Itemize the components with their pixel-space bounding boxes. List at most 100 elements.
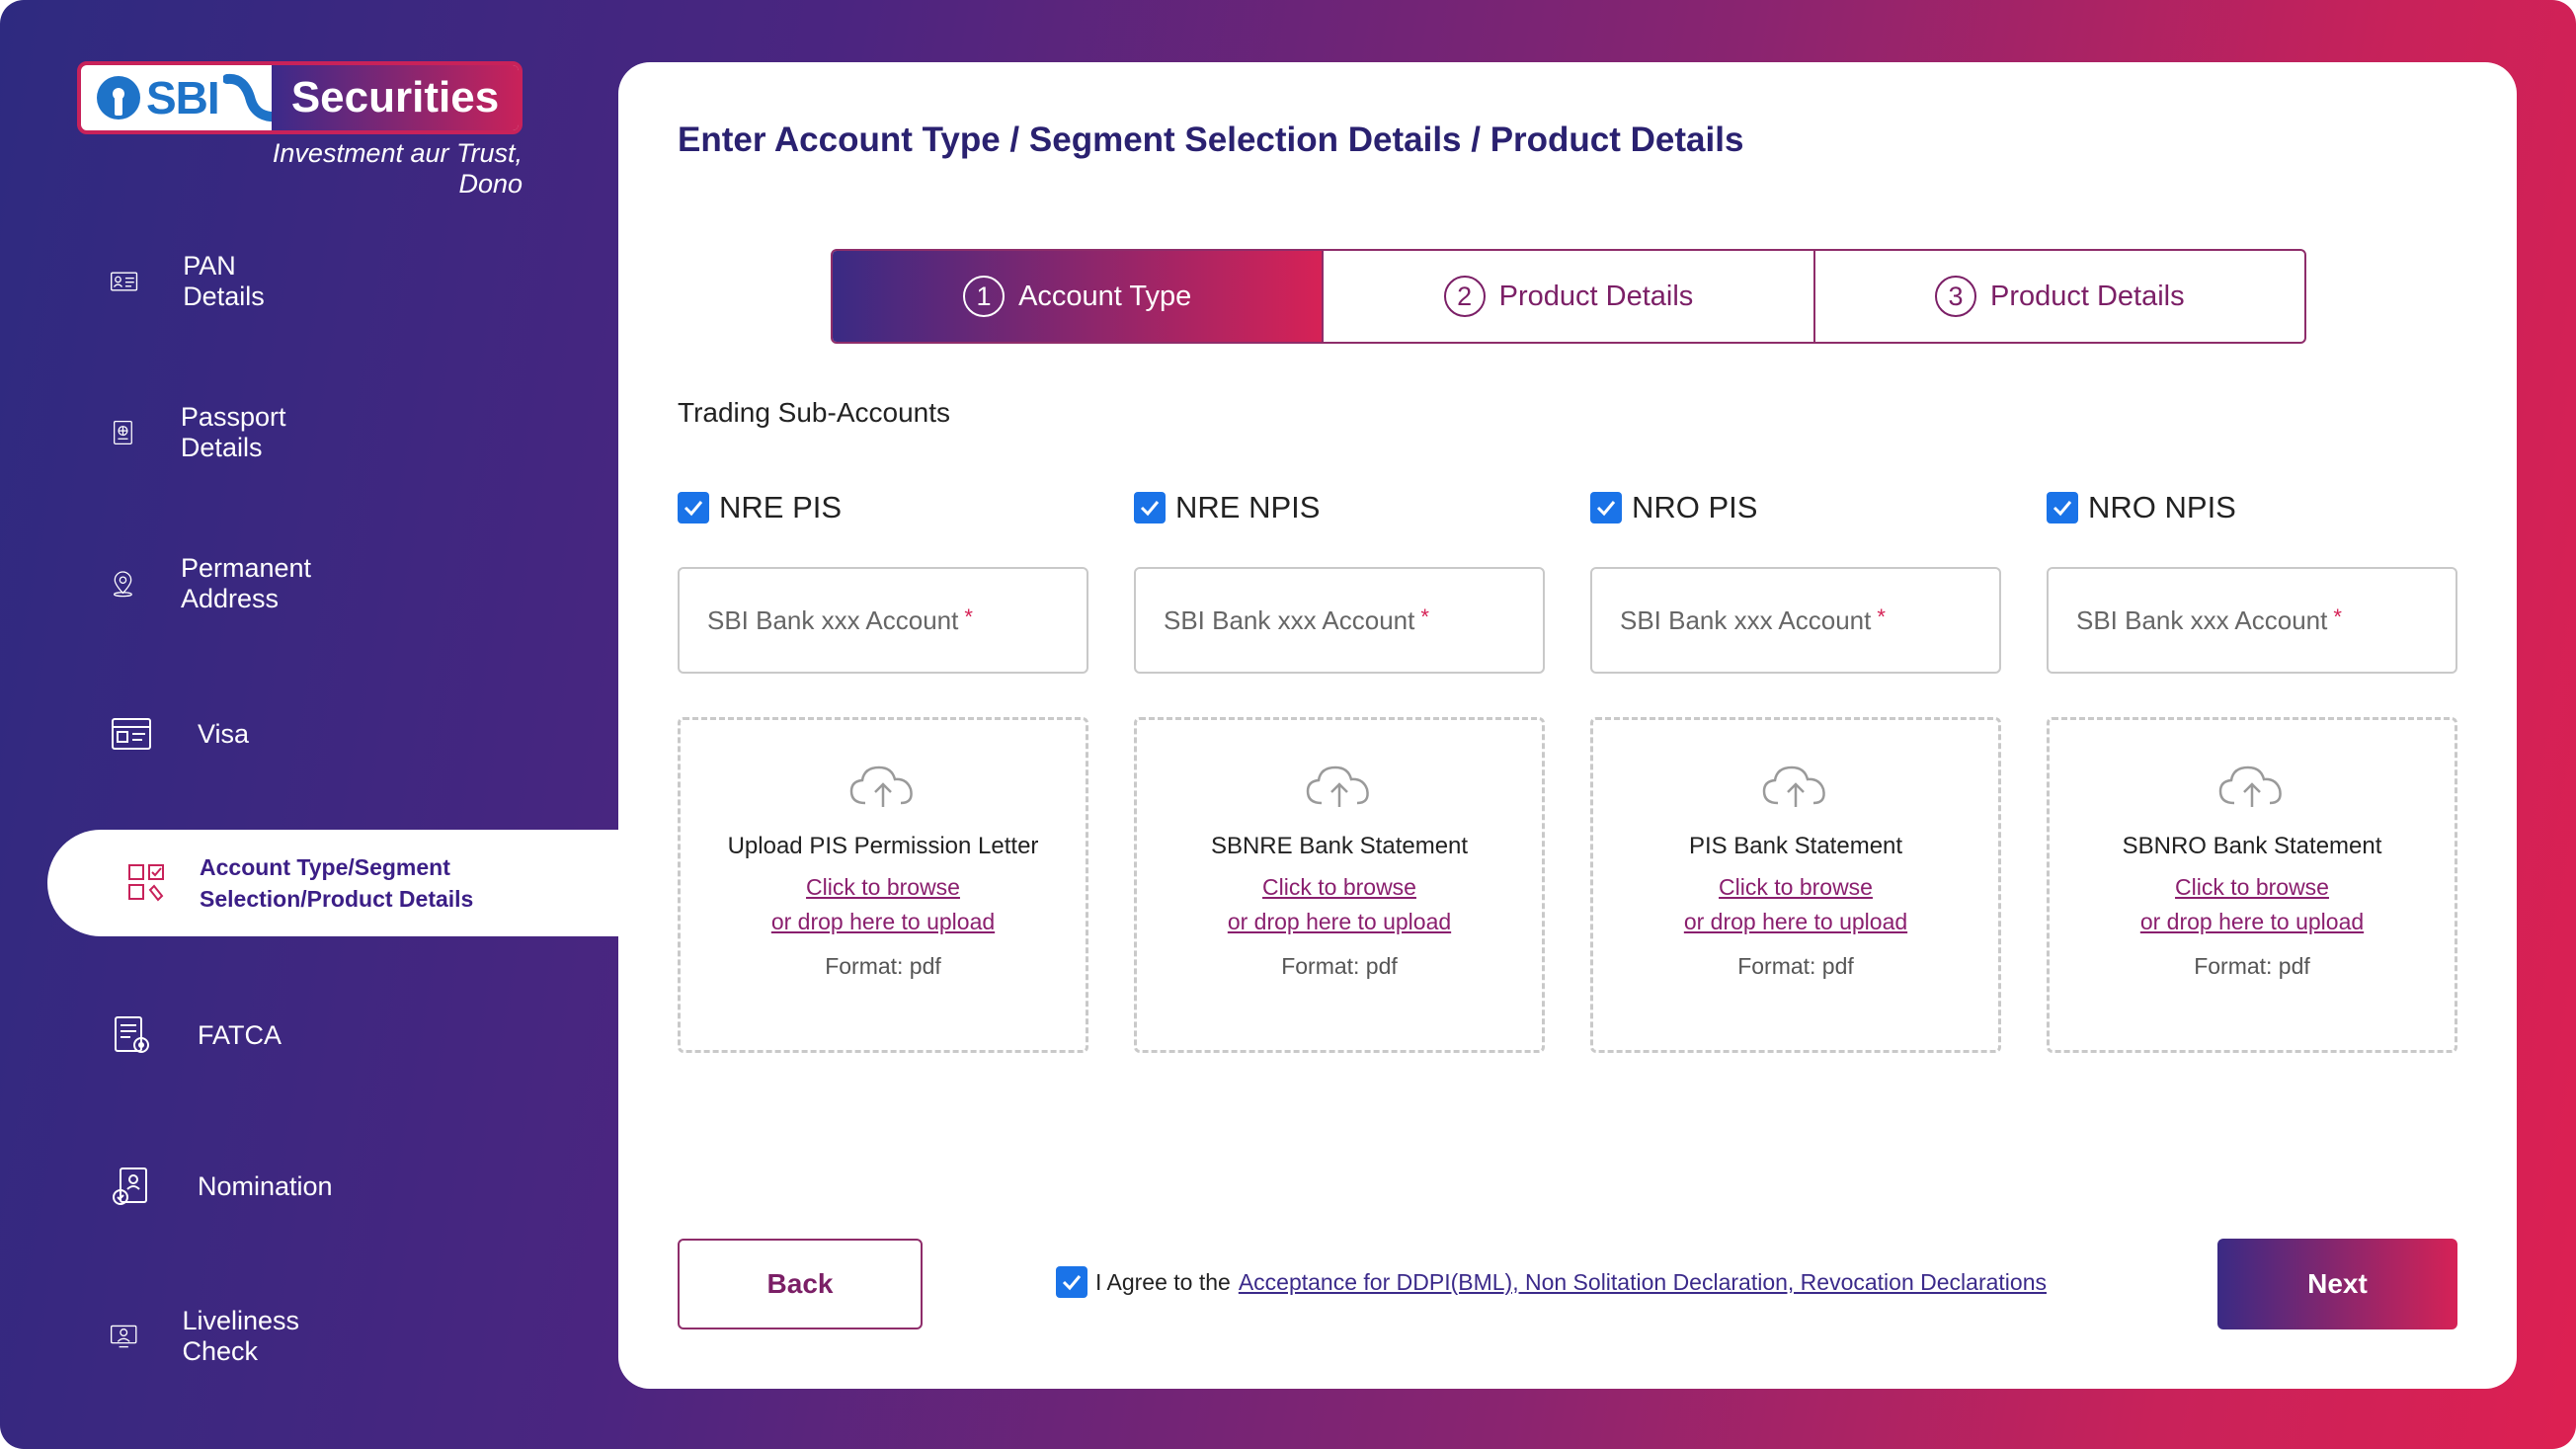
nre-pis-checkbox-row[interactable]: NRE PIS	[678, 486, 1088, 529]
sidebar-item-passport-details[interactable]: Passport Details	[109, 402, 303, 462]
id-card-icon	[111, 272, 138, 291]
check-icon	[1062, 1275, 1082, 1291]
stepper: 1 Account Type 2 Product Details 3 Produ…	[831, 249, 2306, 344]
upload-dropzone[interactable]: PIS Bank Statement Click to browse or dr…	[1590, 717, 2001, 1053]
location-pin-icon	[114, 571, 132, 598]
sidebar-item-label: Permanent Address	[180, 553, 312, 613]
drop-upload-link[interactable]: or drop here to upload	[771, 909, 995, 935]
checkbox-label: NRE PIS	[719, 490, 843, 524]
nro-npis-checkbox-row[interactable]: NRO NPIS	[2047, 486, 2457, 529]
bank-account-input[interactable]: SBI Bank xxx Account *	[678, 567, 1088, 674]
browse-link[interactable]: Click to browse	[2175, 874, 2329, 901]
sidebar-item-label: FATCA	[198, 1019, 282, 1050]
sub-account-nre-pis: NRE PIS SBI Bank xxx Account * Upload PI…	[678, 486, 1088, 1053]
checkbox-label: NRO PIS	[1632, 490, 1758, 524]
step-product-details[interactable]: 2 Product Details	[1324, 251, 1815, 342]
step-label: Product Details	[1989, 280, 2185, 312]
next-button[interactable]: Next	[2217, 1239, 2457, 1329]
monitor-user-icon	[110, 1325, 137, 1348]
sbi-securities-logo: SBI Securities	[77, 61, 523, 134]
input-placeholder: SBI Bank xxx Account	[707, 604, 959, 635]
bank-account-input[interactable]: SBI Bank xxx Account *	[1590, 567, 2001, 674]
sidebar-item-visa[interactable]: Visa	[109, 704, 249, 764]
agreement-link[interactable]: Acceptance for DDPI(BML), Non Solitation…	[1239, 1269, 2047, 1296]
browse-link[interactable]: Click to browse	[1719, 874, 1873, 901]
step-number: 2	[1443, 276, 1486, 317]
browse-link[interactable]: Click to browse	[806, 874, 960, 901]
sidebar-item-label: Passport Details	[180, 402, 286, 462]
upload-dropzone[interactable]: SBNRE Bank Statement Click to browse or …	[1134, 717, 1545, 1053]
required-marker: *	[1877, 604, 1886, 629]
upload-title: Upload PIS Permission Letter	[727, 833, 1039, 859]
step-number: 3	[1934, 276, 1976, 317]
input-placeholder: SBI Bank xxx Account	[1164, 604, 1415, 635]
input-placeholder: SBI Bank xxx Account	[1620, 604, 1872, 635]
checkbox-checked[interactable]	[2047, 492, 2078, 523]
checklist-icon	[128, 864, 164, 902]
check-icon	[1596, 501, 1616, 517]
brand-tagline: Investment aur Trust, Dono	[272, 138, 523, 199]
passport-icon	[114, 421, 132, 444]
upload-dropzone[interactable]: SBNRO Bank Statement Click to browse or …	[2047, 717, 2457, 1053]
section-title: Trading Sub-Accounts	[678, 397, 950, 428]
drop-upload-link[interactable]: or drop here to upload	[2140, 909, 2364, 935]
step-label: Account Type	[1018, 280, 1192, 312]
visa-card-icon	[112, 718, 151, 750]
step-number: 1	[963, 276, 1006, 317]
sidebar-item-label: Account Type/Segment Selection/Product D…	[200, 854, 474, 912]
nre-npis-checkbox-row[interactable]: NRE NPIS	[1134, 486, 1545, 529]
cloud-upload-icon	[849, 765, 913, 807]
sidebar-item-label: Nomination	[198, 1170, 333, 1201]
nomination-icon	[113, 1167, 147, 1205]
checkbox-label: NRO NPIS	[2088, 490, 2236, 524]
logo-text: SBI	[146, 72, 220, 123]
upload-dropzone[interactable]: Upload PIS Permission Letter Click to br…	[678, 717, 1088, 1053]
drop-upload-link[interactable]: or drop here to upload	[1684, 909, 1907, 935]
sidebar-item-liveliness-check[interactable]: Liveliness Check	[109, 1306, 315, 1366]
sidebar-item-permanent-address[interactable]: Permanent Address	[109, 553, 328, 613]
check-icon	[1140, 501, 1160, 517]
agreement-prefix: I Agree to the	[1095, 1268, 1231, 1295]
bank-account-input[interactable]: SBI Bank xxx Account *	[1134, 567, 1545, 674]
sidebar-item-account-type[interactable]: Account Type/Segment Selection/Product D…	[47, 830, 620, 936]
app-frame: SBI Securities Investment aur Trust, Don…	[0, 0, 2576, 1449]
upload-title: SBNRE Bank Statement	[1210, 833, 1469, 859]
bank-account-input[interactable]: SBI Bank xxx Account *	[2047, 567, 2457, 674]
upload-format: Format: pdf	[825, 953, 941, 979]
sidebar-item-nomination[interactable]: Nomination	[109, 1157, 333, 1216]
page-title: Enter Account Type / Segment Selection D…	[678, 121, 1744, 159]
cloud-upload-icon	[2218, 765, 2282, 807]
step-account-type[interactable]: 1 Account Type	[833, 251, 1325, 342]
step-label: Product Details	[1498, 280, 1694, 312]
cloud-upload-icon	[1762, 765, 1825, 807]
sub-account-nro-pis: NRO PIS SBI Bank xxx Account * PIS Bank …	[1590, 486, 2001, 1053]
sidebar-item-label: PAN Details	[183, 251, 265, 311]
agreement-checkbox[interactable]	[1056, 1266, 1087, 1298]
nro-pis-checkbox-row[interactable]: NRO PIS	[1590, 486, 2001, 529]
step-product-details-2[interactable]: 3 Product Details	[1815, 251, 2304, 342]
checkbox-checked[interactable]	[1134, 492, 1166, 523]
upload-format: Format: pdf	[1281, 953, 1398, 979]
required-marker: *	[2333, 604, 2342, 629]
sidebar-item-pan-details[interactable]: PAN Details	[109, 251, 280, 311]
browse-link[interactable]: Click to browse	[1262, 874, 1416, 901]
logo-secondary-text: Securities	[272, 65, 519, 130]
sub-account-nre-npis: NRE NPIS SBI Bank xxx Account * SBNRE Ba…	[1134, 486, 1545, 1053]
sbi-keyhole-icon	[97, 76, 140, 120]
checkbox-checked[interactable]	[1590, 492, 1622, 523]
required-marker: *	[964, 604, 973, 629]
document-settings-icon	[115, 1016, 149, 1053]
back-button[interactable]: Back	[678, 1239, 923, 1329]
upload-format: Format: pdf	[1737, 953, 1854, 979]
check-icon	[684, 501, 703, 517]
required-marker: *	[1420, 604, 1429, 629]
sidebar-item-label: Liveliness Check	[182, 1306, 300, 1366]
upload-format: Format: pdf	[2194, 953, 2310, 979]
sidebar-item-fatca[interactable]: FATCA	[109, 1006, 282, 1065]
upload-title: PIS Bank Statement	[1688, 833, 1903, 859]
sidebar-item-label: Visa	[198, 718, 250, 749]
checkbox-label: NRE NPIS	[1175, 490, 1321, 524]
checkbox-checked[interactable]	[678, 492, 709, 523]
sub-account-nro-npis: NRO NPIS SBI Bank xxx Account * SBNRO Ba…	[2047, 486, 2457, 1053]
drop-upload-link[interactable]: or drop here to upload	[1228, 909, 1451, 935]
